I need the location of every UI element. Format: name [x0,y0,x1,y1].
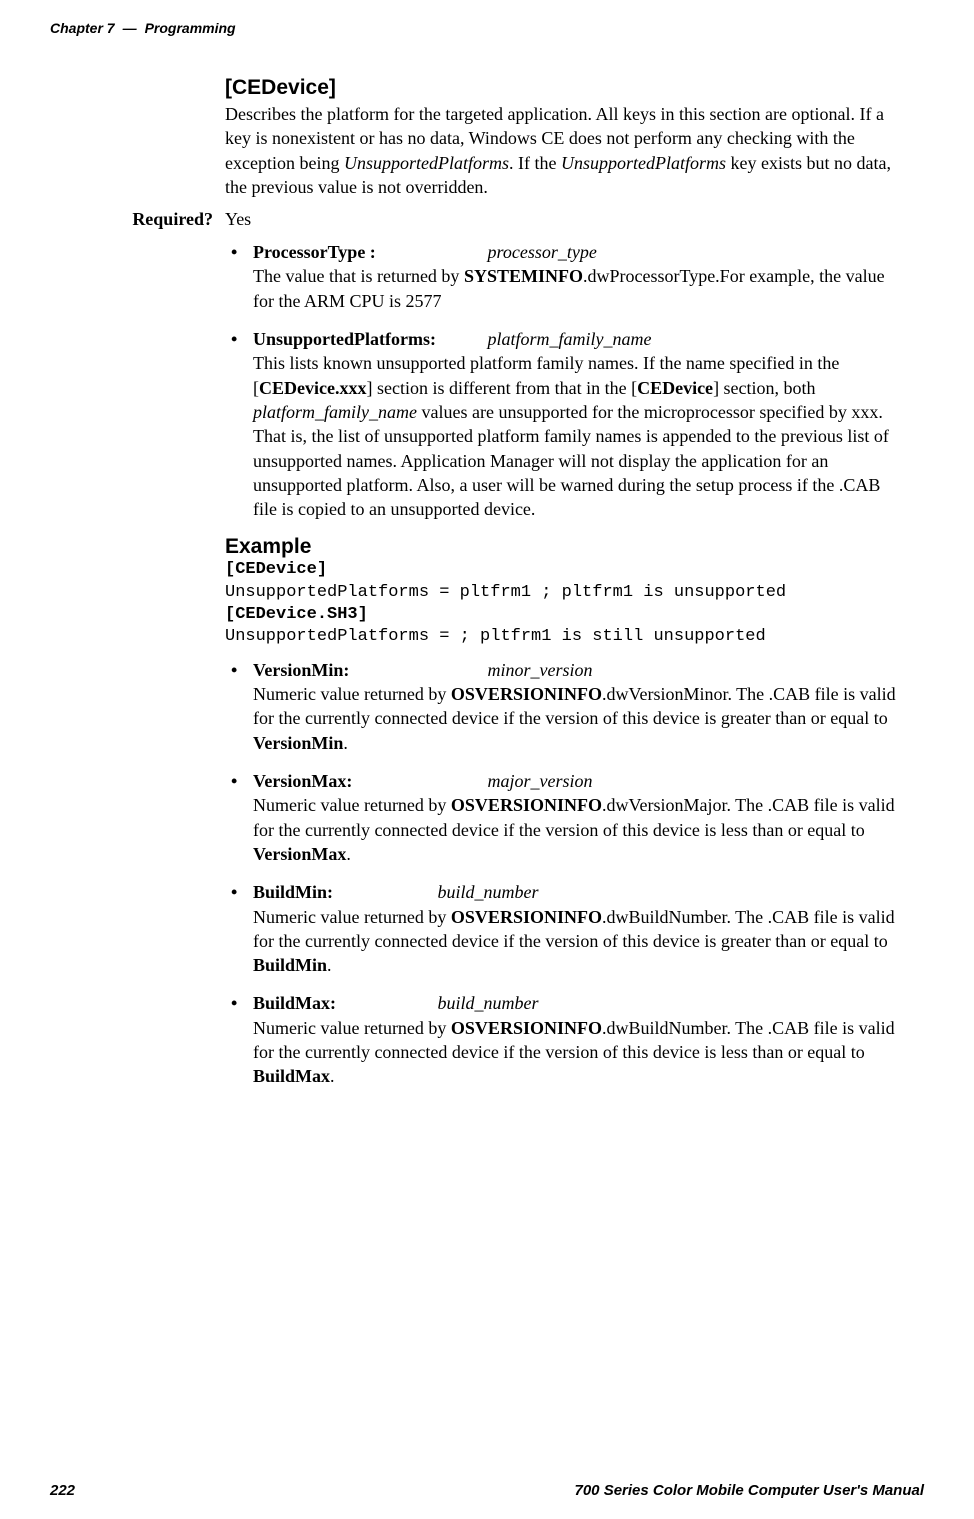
cedevice-description: Describes the platform for the targeted … [225,102,904,199]
header-title: Programming [145,20,236,36]
list-item-versionmax: VersionMax: major_version Numeric value … [225,769,904,866]
list-item-processortype: ProcessorType : processor_type The value… [225,240,904,313]
list-item-buildmin: BuildMin: build_number Numeric value ret… [225,880,904,977]
key-list-2: VersionMin: minor_version Numeric value … [225,658,904,1089]
page-footer: 222 700 Series Color Mobile Computer Use… [50,1482,924,1499]
code-line: [CEDevice.SH3] [225,605,368,624]
key-value: minor_version [488,660,593,680]
key-value: major_version [488,771,593,791]
example-code: [CEDevice] UnsupportedPlatforms = pltfrm… [225,559,904,647]
key-value: build_number [438,993,539,1013]
page-number: 222 [50,1482,75,1499]
required-label: Required? [50,209,225,230]
header-separator: — [123,20,137,36]
chapter-label: Chapter 7 [50,20,115,36]
key-value: platform_family_name [488,329,652,349]
page-header: Chapter 7 — Programming [50,20,924,36]
page: Chapter 7 — Programming [CEDevice] Descr… [0,0,974,1519]
required-value: Yes [225,209,251,230]
main-content: [CEDevice] Describes the platform for th… [225,76,904,1089]
required-row: Required? Yes [225,209,904,230]
list-item-unsupportedplatforms: UnsupportedPlatforms: platform_family_na… [225,327,904,521]
key-value: processor_type [488,242,597,262]
key-name: UnsupportedPlatforms: [253,327,483,351]
header-left: Chapter 7 — Programming [50,20,236,36]
cedevice-heading: [CEDevice] [225,76,904,100]
key-list-1: ProcessorType : processor_type The value… [225,240,904,521]
key-name: VersionMin: [253,658,483,682]
list-item-versionmin: VersionMin: minor_version Numeric value … [225,658,904,755]
key-name: BuildMin: [253,880,433,904]
code-line: [CEDevice] [225,560,327,579]
list-item-buildmax: BuildMax: build_number Numeric value ret… [225,991,904,1088]
key-name: BuildMax: [253,991,433,1015]
key-name: ProcessorType : [253,240,483,264]
example-heading: Example [225,535,904,559]
code-line: UnsupportedPlatforms = pltfrm1 ; pltfrm1… [225,583,786,602]
key-value: build_number [438,882,539,902]
manual-title: 700 Series Color Mobile Computer User's … [575,1482,925,1499]
key-name: VersionMax: [253,769,483,793]
code-line: UnsupportedPlatforms = ; pltfrm1 is stil… [225,627,766,646]
